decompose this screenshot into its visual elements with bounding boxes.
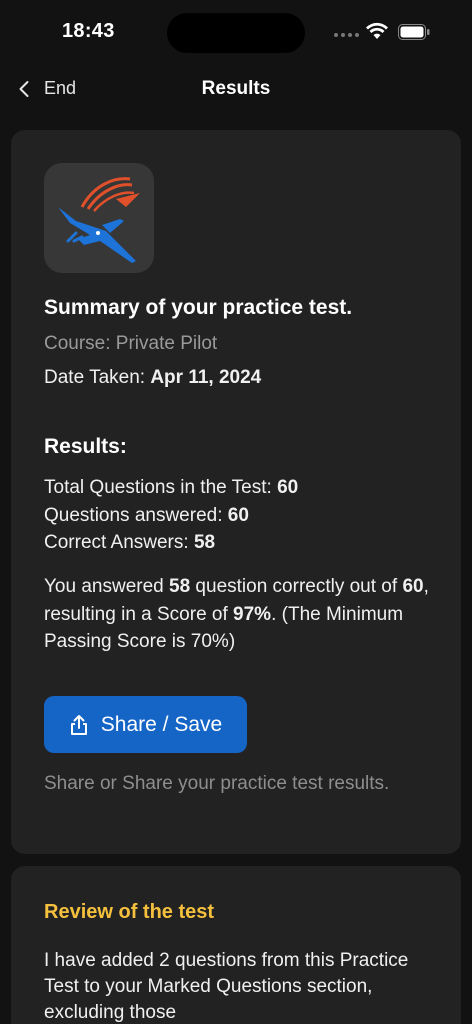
cellular-signal-icon bbox=[334, 33, 359, 37]
wifi-icon bbox=[366, 22, 388, 39]
date-label: Date Taken: bbox=[44, 367, 151, 388]
page-title: Results bbox=[201, 78, 271, 99]
review-heading: Review of the test bbox=[44, 901, 215, 923]
course-line: Course: Private Pilot bbox=[44, 333, 218, 354]
status-time: 18:43 bbox=[62, 20, 115, 42]
correct-value: 58 bbox=[193, 532, 216, 553]
score-percent: 97% bbox=[233, 603, 272, 625]
score-correct-count: 58 bbox=[169, 576, 191, 597]
app-logo bbox=[44, 163, 154, 273]
answered-value: 60 bbox=[227, 505, 249, 526]
dynamic-island bbox=[167, 13, 305, 53]
summary-title: Summary of your practice test. bbox=[44, 296, 353, 319]
share-save-button[interactable]: Share / Save bbox=[44, 696, 247, 753]
share-button-label: Share / Save bbox=[100, 712, 223, 736]
results-heading: Results: bbox=[44, 435, 127, 458]
correct-answers: Correct Answers: 58 bbox=[44, 532, 215, 554]
share-note: Share or Share your practice test result… bbox=[44, 773, 390, 794]
airplane-logo-icon bbox=[58, 177, 140, 263]
score-summary: You answered 58 question correctly out o… bbox=[44, 573, 444, 656]
questions-answered: Questions answered: 60 bbox=[44, 505, 249, 527]
total-value: 60 bbox=[277, 477, 299, 498]
score-text: You answered bbox=[44, 576, 170, 597]
share-icon bbox=[70, 714, 87, 735]
answered-label: Questions answered: bbox=[44, 505, 228, 526]
review-text: I have added 2 questions from this Pract… bbox=[44, 950, 409, 1023]
results-card: Summary of your practice test. Course: P… bbox=[11, 130, 461, 854]
battery-icon bbox=[398, 24, 430, 40]
status-bar: 18:43 bbox=[0, 0, 472, 64]
review-card: Review of the test I have added 2 questi… bbox=[11, 866, 461, 1024]
navigation-bar: End Results bbox=[0, 68, 472, 112]
score-total-count: 60 bbox=[402, 576, 424, 597]
score-text: question correctly out of bbox=[190, 576, 403, 597]
total-label: Total Questions in the Test: bbox=[44, 477, 278, 498]
date-taken: Date Taken: Apr 11, 2024 bbox=[44, 367, 261, 389]
correct-label: Correct Answers: bbox=[44, 532, 194, 553]
date-value: Apr 11, 2024 bbox=[150, 367, 262, 388]
total-questions: Total Questions in the Test: 60 bbox=[44, 477, 298, 499]
